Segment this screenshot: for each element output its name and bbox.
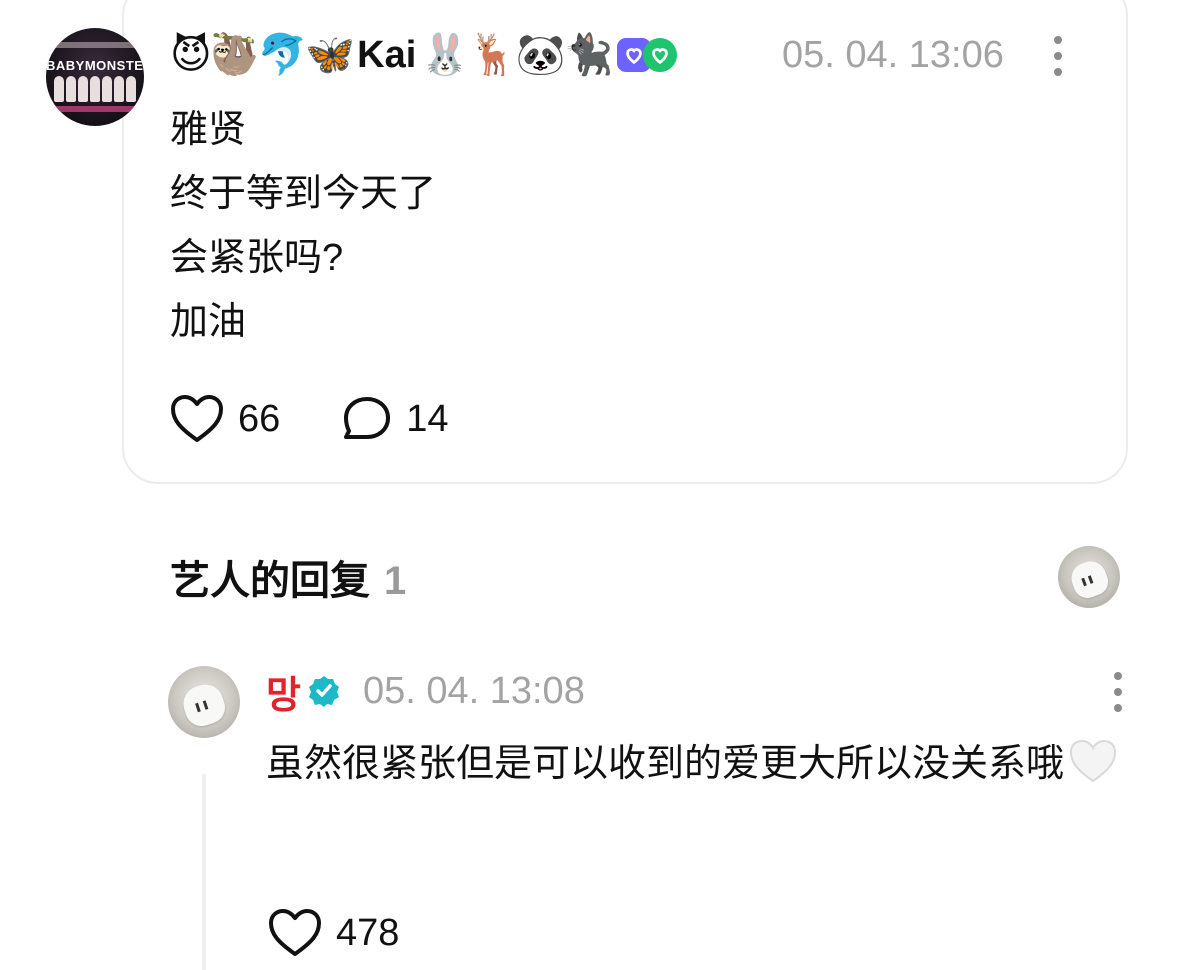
reply-author-header: 망 05. 04. 13:08 (266, 668, 585, 717)
post-actions: 66 14 (170, 394, 449, 444)
reply-author-name[interactable]: 망 (266, 664, 301, 719)
post-line: 会紧张吗? (170, 237, 344, 279)
comment-count: 14 (406, 397, 449, 440)
like-button[interactable]: 66 (170, 394, 280, 444)
post-body: 雅贤 终于等到今天了 会紧张吗? 加油 (170, 98, 436, 354)
username-emoji-suffix: 🐰🦌🐼🐈‍⬛ (420, 32, 613, 78)
white-heart-icon (1070, 739, 1117, 783)
membership-badges (617, 38, 678, 72)
avatar-banner-text: BABYMONSTER (46, 58, 144, 73)
reply-text: 虽然很紧张但是可以收到的爱更大所以没关系哦 (266, 743, 1065, 785)
username[interactable]: Kai (357, 34, 416, 77)
post-more-icon[interactable] (1050, 36, 1066, 76)
reply-like-count: 478 (336, 911, 400, 954)
post-detail-page: BABYMONSTER 😈🦥🐬🦋 Kai 🐰🦌🐼🐈‍⬛ 05. 04. 13:0… (0, 0, 1179, 970)
post-author-header[interactable]: 😈🦥🐬🦋 Kai 🐰🦌🐼🐈‍⬛ (170, 30, 678, 80)
author-avatar[interactable]: BABYMONSTER (46, 28, 144, 126)
reply-like-button[interactable]: 478 (268, 908, 399, 958)
thread-line (202, 774, 206, 970)
username-emoji-prefix: 😈🦥🐬🦋 (170, 32, 355, 78)
post-line: 终于等到今天了 (170, 173, 437, 215)
artist-replies-heading: 艺人的回复 1 (170, 556, 406, 606)
artist-replies-count: 1 (384, 559, 407, 603)
verified-heart-icon (643, 38, 678, 72)
reply-more-icon[interactable] (1110, 672, 1126, 712)
reply-actions: 478 (268, 908, 399, 958)
post-timestamp: 05. 04. 13:06 (782, 34, 1004, 76)
reply-timestamp: 05. 04. 13:08 (362, 669, 585, 712)
comment-bubble-icon (344, 397, 391, 439)
post-line: 雅贤 (170, 109, 247, 151)
heart-outline-icon (171, 395, 223, 442)
verified-badge-icon (308, 676, 339, 707)
artist-replies-title: 艺人的回复 (170, 559, 370, 603)
heart-outline-icon (269, 909, 321, 956)
like-count: 66 (238, 397, 281, 440)
artist-replies-avatar[interactable] (1058, 546, 1120, 608)
post-line: 加油 (170, 301, 247, 343)
reply-author-avatar[interactable] (168, 666, 240, 738)
comment-button[interactable]: 14 (342, 395, 449, 443)
reply-body: 虽然很紧张但是可以收到的爱更大所以没关系哦 (266, 732, 1126, 796)
